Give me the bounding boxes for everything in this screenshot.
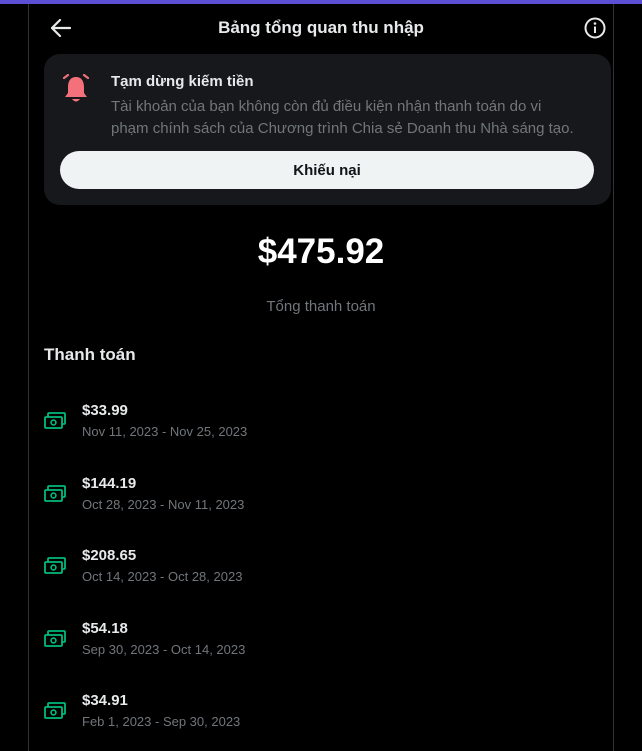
cash-icon: [44, 557, 66, 574]
payout-item[interactable]: $208.65 Oct 14, 2023 - Oct 28, 2023: [44, 547, 604, 595]
info-button[interactable]: [583, 16, 607, 40]
payout-date-range: Sep 30, 2023 - Oct 14, 2023: [82, 642, 246, 657]
alert-title: Tạm dừng kiếm tiền: [111, 73, 254, 90]
cash-icon: [44, 485, 66, 502]
cash-icon: [44, 412, 66, 429]
payout-date-range: Nov 11, 2023 - Nov 25, 2023: [82, 424, 248, 439]
payout-amount: $144.19: [82, 475, 137, 492]
payout-date-range: Oct 14, 2023 - Oct 28, 2023: [82, 569, 243, 584]
payout-amount: $54.18: [82, 620, 128, 637]
payout-item[interactable]: $144.19 Oct 28, 2023 - Nov 11, 2023: [44, 475, 604, 523]
alert-body: Tài khoản của bạn không còn đủ điều kiện…: [111, 98, 574, 137]
payout-item[interactable]: $34.91 Feb 1, 2023 - Sep 30, 2023: [44, 692, 604, 740]
bell-icon: [62, 74, 90, 102]
payout-amount: $34.91: [82, 692, 128, 709]
payout-item[interactable]: $33.99 Nov 11, 2023 - Nov 25, 2023: [44, 402, 604, 450]
payout-item[interactable]: $54.18 Sep 30, 2023 - Oct 14, 2023: [44, 620, 604, 668]
cash-icon: [44, 702, 66, 719]
cash-icon: [44, 630, 66, 647]
appeal-button[interactable]: Khiếu nại: [60, 151, 594, 189]
payout-date-range: Oct 28, 2023 - Nov 11, 2023: [82, 497, 245, 512]
payout-amount: $33.99: [82, 402, 128, 419]
payout-date-range: Feb 1, 2023 - Sep 30, 2023: [82, 714, 241, 729]
payouts-section-title: Thanh toán: [44, 345, 136, 364]
payout-amount: $208.65: [82, 547, 137, 564]
earnings-dashboard: Bảng tổng quan thu nhập Tạm dừng kiếm ti…: [28, 4, 614, 751]
total-payout-label: Tổng thanh toán: [266, 298, 376, 315]
total-payout-amount: $475.92: [257, 232, 385, 271]
header: Bảng tổng quan thu nhập: [29, 4, 613, 52]
page-title: Bảng tổng quan thu nhập: [218, 18, 424, 37]
monetization-paused-alert: Tạm dừng kiếm tiền Tài khoản của bạn khô…: [44, 54, 611, 205]
info-icon: [584, 17, 606, 39]
